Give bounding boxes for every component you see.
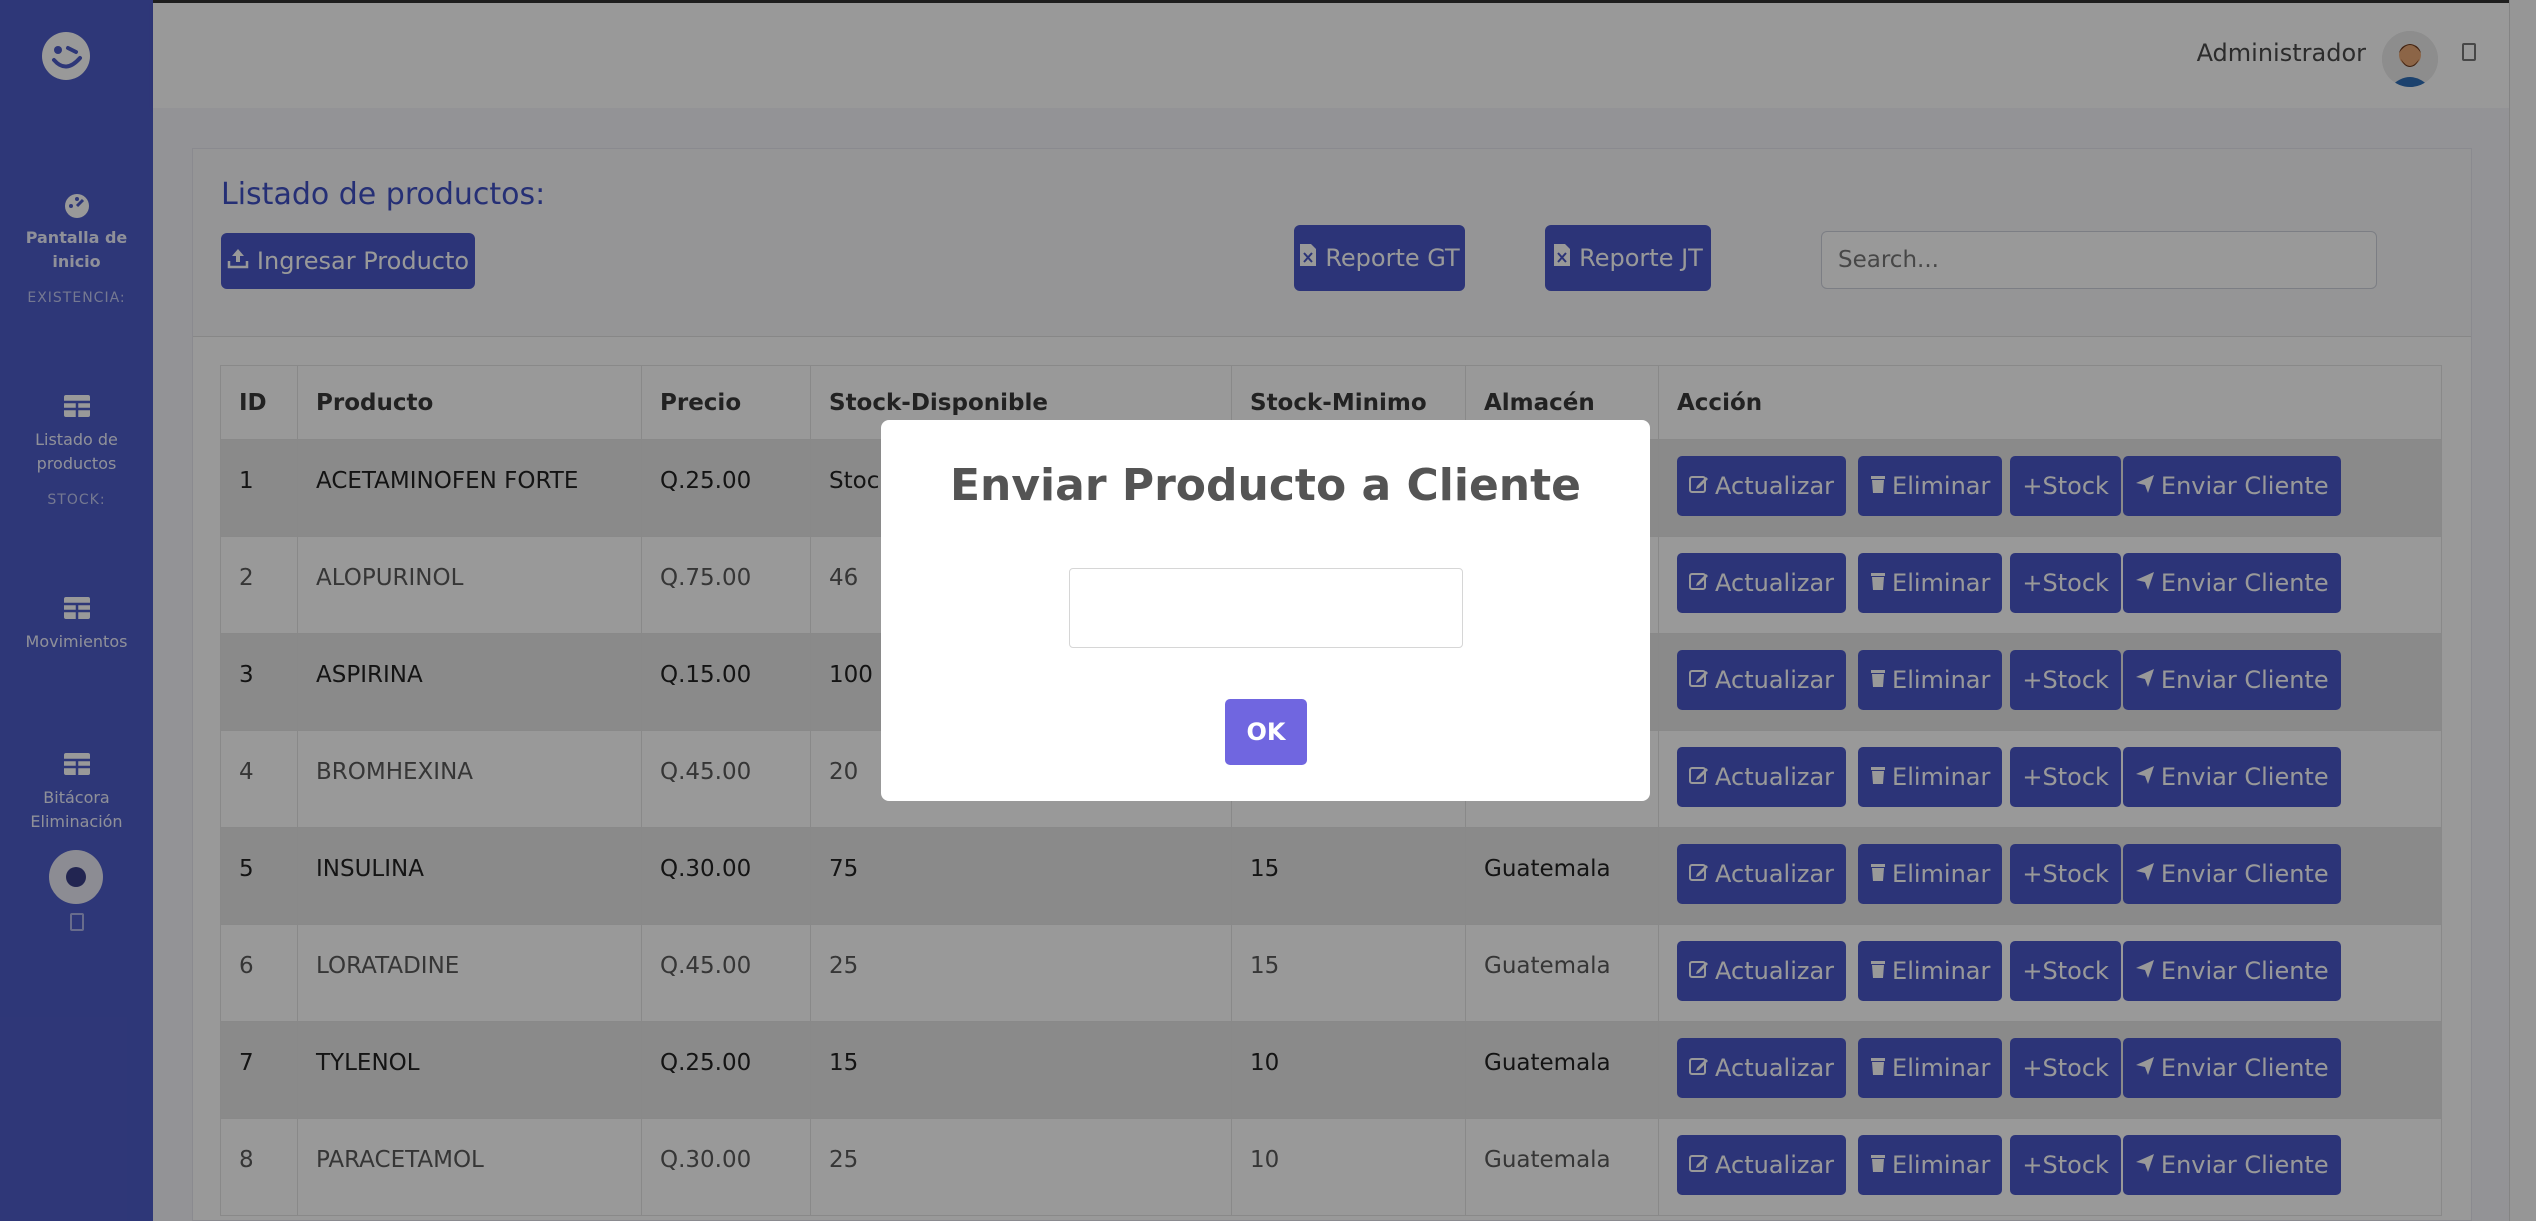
send-product-dialog: Enviar Producto a Cliente OK bbox=[881, 420, 1650, 801]
ok-button[interactable]: OK bbox=[1225, 699, 1307, 765]
dialog-title: Enviar Producto a Cliente bbox=[949, 460, 1582, 511]
client-input[interactable] bbox=[1069, 568, 1463, 648]
